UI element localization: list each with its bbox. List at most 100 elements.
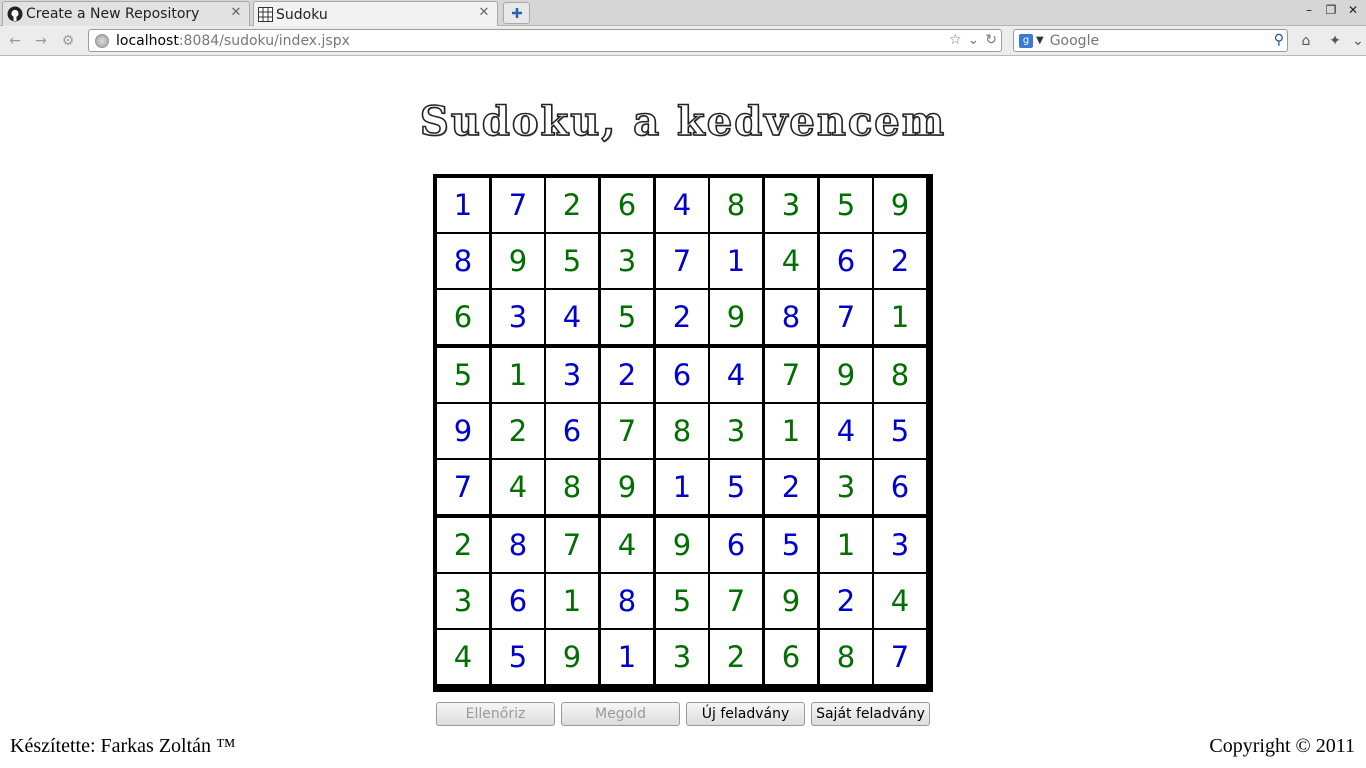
sudoku-cell-r6-c9[interactable]: 6: [874, 460, 926, 514]
sudoku-cell-r3-c3[interactable]: 4: [546, 290, 598, 344]
sudoku-cell-r8-c8[interactable]: 2: [820, 574, 872, 628]
sudoku-cell-r6-c3[interactable]: 8: [546, 460, 598, 514]
own-puzzle-button[interactable]: Saját feladvány: [811, 702, 930, 726]
sudoku-cell-r1-c3[interactable]: 2: [546, 178, 598, 232]
search-bar[interactable]: g ▼ Google ⚲: [1013, 29, 1288, 52]
sudoku-cell-r2-c7[interactable]: 4: [765, 234, 817, 288]
sudoku-cell-r7-c5[interactable]: 9: [656, 518, 708, 572]
sudoku-cell-r7-c7[interactable]: 5: [765, 518, 817, 572]
sudoku-cell-r8-c4[interactable]: 8: [601, 574, 653, 628]
url-bar[interactable]: localhost:8084/sudoku/index.jspx ☆ ⌄ ↻: [88, 29, 1002, 52]
sudoku-cell-r6-c6[interactable]: 5: [710, 460, 762, 514]
sudoku-cell-r7-c1[interactable]: 2: [437, 518, 489, 572]
sudoku-cell-r9-c4[interactable]: 1: [601, 630, 653, 684]
solve-button[interactable]: Megold: [561, 702, 680, 726]
close-tab-icon[interactable]: ✕: [229, 6, 243, 20]
menu-chevron-icon[interactable]: ⌄: [1349, 32, 1366, 50]
sudoku-cell-r1-c2[interactable]: 7: [492, 178, 544, 232]
sudoku-cell-r7-c2[interactable]: 8: [492, 518, 544, 572]
reload-icon[interactable]: ↻: [985, 32, 997, 48]
sudoku-cell-r5-c3[interactable]: 6: [546, 404, 598, 458]
search-input[interactable]: Google: [1050, 33, 1099, 49]
sudoku-cell-r2-c9[interactable]: 2: [874, 234, 926, 288]
sudoku-cell-r9-c9[interactable]: 7: [874, 630, 926, 684]
sudoku-cell-r5-c8[interactable]: 4: [820, 404, 872, 458]
sudoku-cell-r1-c9[interactable]: 9: [874, 178, 926, 232]
sudoku-cell-r9-c8[interactable]: 8: [820, 630, 872, 684]
sudoku-cell-r9-c6[interactable]: 2: [710, 630, 762, 684]
check-button[interactable]: Ellenőriz: [436, 702, 555, 726]
sudoku-cell-r9-c3[interactable]: 9: [546, 630, 598, 684]
sudoku-cell-r4-c2[interactable]: 1: [492, 348, 544, 402]
dropdown-icon[interactable]: ⌄: [968, 32, 980, 48]
sudoku-cell-r2-c4[interactable]: 3: [601, 234, 653, 288]
sudoku-cell-r5-c2[interactable]: 2: [492, 404, 544, 458]
sudoku-cell-r4-c7[interactable]: 7: [765, 348, 817, 402]
sudoku-cell-r4-c8[interactable]: 9: [820, 348, 872, 402]
sudoku-cell-r9-c2[interactable]: 5: [492, 630, 544, 684]
sudoku-cell-r7-c3[interactable]: 7: [546, 518, 598, 572]
sudoku-cell-r8-c3[interactable]: 1: [546, 574, 598, 628]
sudoku-cell-r4-c5[interactable]: 6: [656, 348, 708, 402]
sudoku-cell-r3-c5[interactable]: 2: [656, 290, 708, 344]
sudoku-cell-r7-c6[interactable]: 6: [710, 518, 762, 572]
sudoku-cell-r9-c1[interactable]: 4: [437, 630, 489, 684]
tab-sudoku[interactable]: Sudoku ✕: [253, 1, 498, 27]
sudoku-cell-r2-c1[interactable]: 8: [437, 234, 489, 288]
addon-icon[interactable]: ✦: [1326, 32, 1344, 50]
sudoku-cell-r5-c4[interactable]: 7: [601, 404, 653, 458]
sudoku-cell-r5-c5[interactable]: 8: [656, 404, 708, 458]
sudoku-cell-r9-c5[interactable]: 3: [656, 630, 708, 684]
close-window-icon[interactable]: ✕: [1346, 3, 1360, 17]
sudoku-cell-r6-c5[interactable]: 1: [656, 460, 708, 514]
new-tab-button[interactable]: [503, 2, 530, 24]
sudoku-cell-r3-c4[interactable]: 5: [601, 290, 653, 344]
sudoku-cell-r4-c6[interactable]: 4: [710, 348, 762, 402]
sudoku-cell-r1-c4[interactable]: 6: [601, 178, 653, 232]
sudoku-cell-r8-c6[interactable]: 7: [710, 574, 762, 628]
sudoku-cell-r3-c9[interactable]: 1: [874, 290, 926, 344]
chevron-down-icon[interactable]: ▼: [1036, 35, 1044, 46]
search-icon[interactable]: ⚲: [1274, 32, 1284, 48]
home-icon[interactable]: ⌂: [1297, 32, 1315, 50]
forward-icon[interactable]: →: [32, 32, 50, 50]
sudoku-cell-r3-c6[interactable]: 9: [710, 290, 762, 344]
new-puzzle-button[interactable]: Új feladvány: [686, 702, 805, 726]
sudoku-cell-r5-c6[interactable]: 3: [710, 404, 762, 458]
google-icon[interactable]: g: [1019, 33, 1033, 48]
site-identity-icon[interactable]: ⚙: [59, 32, 77, 50]
sudoku-cell-r8-c5[interactable]: 5: [656, 574, 708, 628]
sudoku-cell-r4-c9[interactable]: 8: [874, 348, 926, 402]
sudoku-cell-r1-c5[interactable]: 4: [656, 178, 708, 232]
sudoku-cell-r1-c1[interactable]: 1: [437, 178, 489, 232]
sudoku-cell-r6-c7[interactable]: 2: [765, 460, 817, 514]
sudoku-cell-r6-c8[interactable]: 3: [820, 460, 872, 514]
sudoku-cell-r3-c1[interactable]: 6: [437, 290, 489, 344]
sudoku-cell-r4-c4[interactable]: 2: [601, 348, 653, 402]
sudoku-cell-r5-c9[interactable]: 5: [874, 404, 926, 458]
sudoku-cell-r8-c9[interactable]: 4: [874, 574, 926, 628]
back-icon[interactable]: ←: [6, 32, 24, 50]
sudoku-cell-r2-c2[interactable]: 9: [492, 234, 544, 288]
sudoku-cell-r2-c8[interactable]: 6: [820, 234, 872, 288]
sudoku-cell-r1-c7[interactable]: 3: [765, 178, 817, 232]
sudoku-cell-r1-c6[interactable]: 8: [710, 178, 762, 232]
bookmark-star-icon[interactable]: ☆: [949, 32, 962, 48]
sudoku-cell-r8-c2[interactable]: 6: [492, 574, 544, 628]
tab-create-repository[interactable]: Create a New Repository ✕: [2, 1, 250, 26]
close-tab-icon[interactable]: ✕: [477, 6, 491, 20]
sudoku-cell-r7-c4[interactable]: 4: [601, 518, 653, 572]
sudoku-cell-r9-c7[interactable]: 6: [765, 630, 817, 684]
restore-icon[interactable]: ❐: [1324, 3, 1338, 17]
sudoku-cell-r3-c2[interactable]: 3: [492, 290, 544, 344]
sudoku-cell-r5-c1[interactable]: 9: [437, 404, 489, 458]
sudoku-cell-r2-c5[interactable]: 7: [656, 234, 708, 288]
sudoku-cell-r8-c1[interactable]: 3: [437, 574, 489, 628]
sudoku-cell-r2-c3[interactable]: 5: [546, 234, 598, 288]
sudoku-cell-r1-c8[interactable]: 5: [820, 178, 872, 232]
sudoku-cell-r3-c8[interactable]: 7: [820, 290, 872, 344]
sudoku-cell-r6-c1[interactable]: 7: [437, 460, 489, 514]
sudoku-cell-r5-c7[interactable]: 1: [765, 404, 817, 458]
sudoku-cell-r2-c6[interactable]: 1: [710, 234, 762, 288]
sudoku-cell-r3-c7[interactable]: 8: [765, 290, 817, 344]
